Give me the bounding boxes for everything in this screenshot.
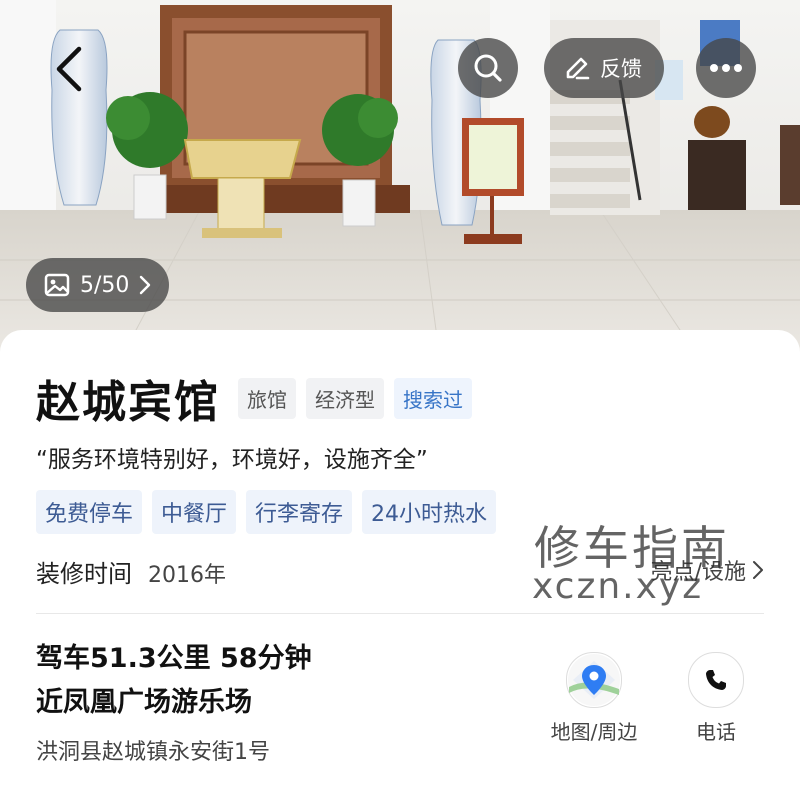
photo-counter-text: 5/50 <box>80 272 130 298</box>
back-button[interactable] <box>44 44 94 94</box>
amenity-list: 免费停车 中餐厅 行李寄存 24小时热水 <box>36 490 497 534</box>
more-dots-icon <box>710 64 742 72</box>
image-icon <box>44 273 70 297</box>
more-button[interactable] <box>696 38 756 98</box>
drive-distance: 驾车51.3公里 58分钟 <box>36 643 312 674</box>
renovation-info: 装修时间 2016年 <box>36 554 226 589</box>
photo-counter-button[interactable]: 5/50 <box>26 258 170 312</box>
phone-icon <box>706 670 726 690</box>
phone-icon-wrap <box>688 652 744 708</box>
amenity-tag: 行李寄存 <box>246 490 353 534</box>
amenity-tag: 免费停车 <box>36 490 143 534</box>
chevron-right-icon <box>753 561 763 579</box>
category-tag: 旅馆 <box>238 377 296 419</box>
renovation-year: 2016年 <box>148 563 226 588</box>
phone-label: 电话 <box>696 720 736 744</box>
phone-button[interactable]: 电话 <box>666 652 766 745</box>
chevron-left-icon <box>56 46 82 92</box>
map-pin-icon <box>568 654 620 706</box>
divider <box>36 613 764 614</box>
map-label: 地图/周边 <box>550 720 638 744</box>
map-icon-wrap <box>566 652 622 708</box>
price-level-tag: 经济型 <box>306 377 384 419</box>
watermark-url: xczn.xyz <box>532 566 704 607</box>
amenity-tag: 中餐厅 <box>152 490 237 534</box>
feedback-button[interactable]: 反馈 <box>544 38 664 98</box>
amenity-tag: 24小时热水 <box>362 490 497 534</box>
nearby-poi: 近凤凰广场游乐场 <box>36 687 252 718</box>
search-button[interactable] <box>458 38 518 98</box>
chevron-right-icon <box>140 275 151 295</box>
review-quote[interactable]: “服务环境特别好，环境好，设施齐全” <box>36 440 428 474</box>
search-icon <box>474 54 502 82</box>
renovation-label: 装修时间 <box>36 560 132 588</box>
hotel-photo[interactable]: 反馈 5/50 <box>0 0 800 360</box>
searched-tag: 搜索过 <box>394 377 472 419</box>
map-nearby-button[interactable]: 地图/周边 <box>544 652 644 745</box>
title-row: 赵城宾馆 旅馆 经济型 搜索过 <box>36 366 472 430</box>
hotel-address[interactable]: 洪洞县赵城镇永安街1号 <box>36 734 270 766</box>
hotel-name: 赵城宾馆 <box>36 377 220 428</box>
edit-icon <box>566 57 590 80</box>
feedback-label: 反馈 <box>600 57 642 81</box>
